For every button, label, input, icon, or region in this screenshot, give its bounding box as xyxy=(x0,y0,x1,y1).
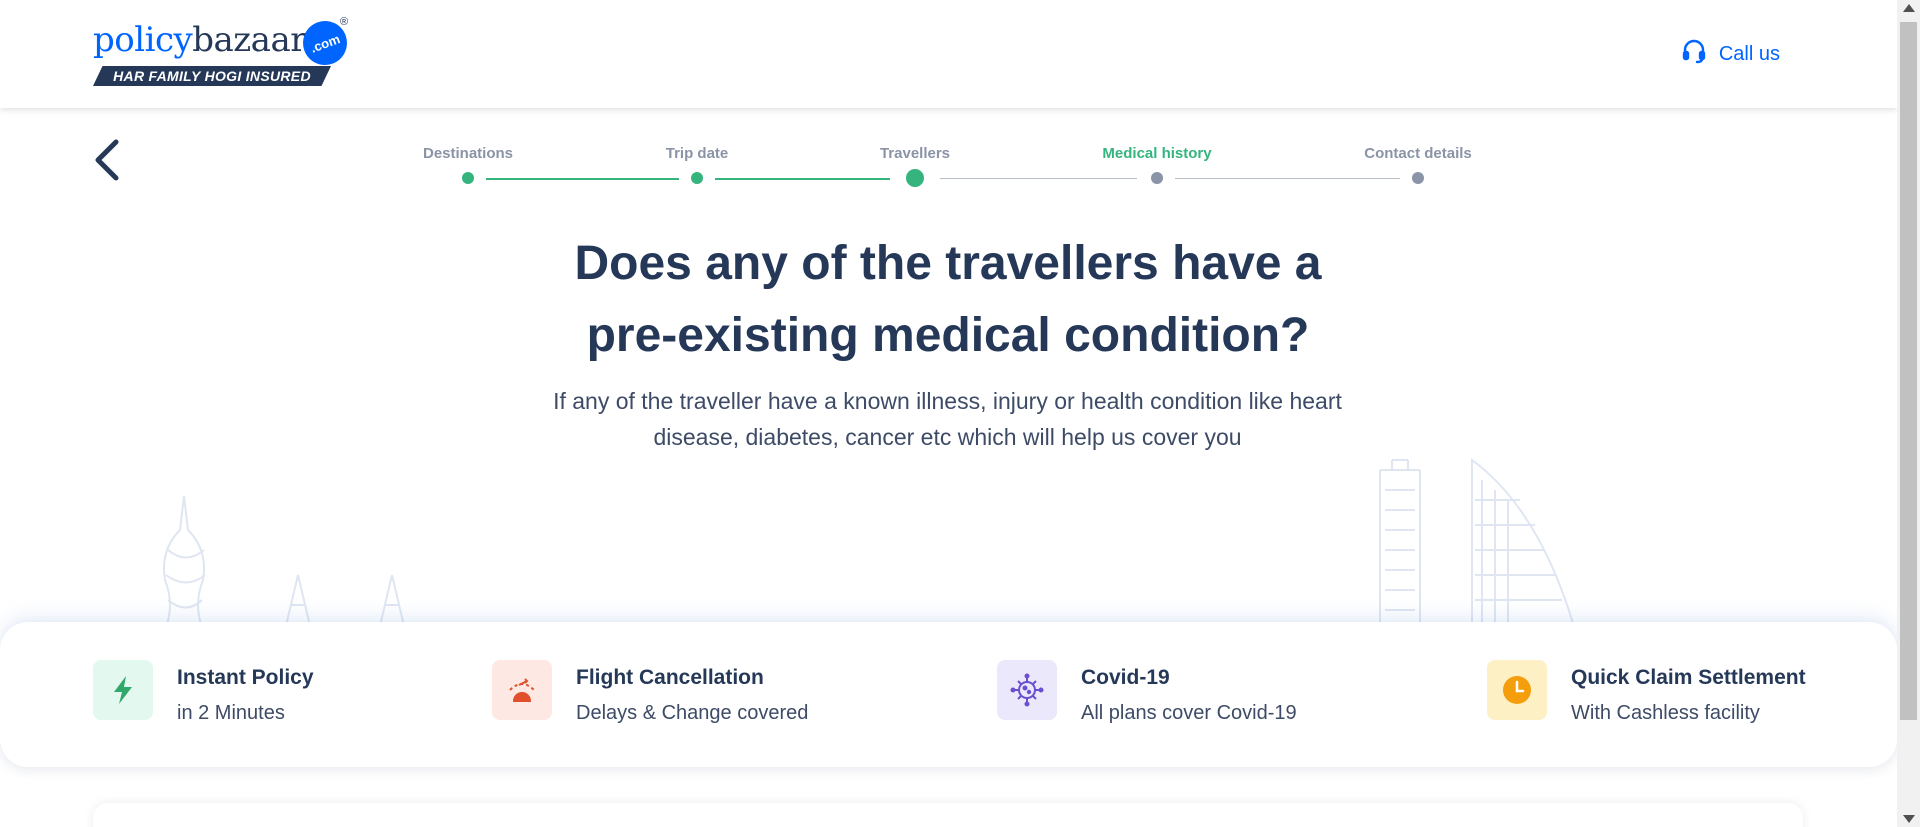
city-skyline-illustration xyxy=(163,458,1576,630)
back-button[interactable] xyxy=(90,138,124,182)
feature-subtitle: Delays & Change covered xyxy=(576,702,809,724)
feature-title: Quick Claim Settlement xyxy=(1571,666,1806,689)
question-line-2: pre-existing medical condition? xyxy=(586,309,1310,362)
step-label-medical-history: Medical history xyxy=(1102,145,1212,162)
step-connector xyxy=(1175,178,1400,179)
feature-title: Instant Policy xyxy=(177,666,314,689)
feature-flight-cancellation: Flight Cancellation Delays & Change cove… xyxy=(492,660,808,725)
subtitle-line-2: disease, diabetes, cancer etc which will… xyxy=(653,424,1242,450)
logo-policy-text: policy xyxy=(93,20,193,60)
virus-icon xyxy=(997,660,1057,720)
feature-subtitle: in 2 Minutes xyxy=(177,702,285,724)
call-us-label: Call us xyxy=(1718,42,1780,65)
logo-bazaar-text: bazaar xyxy=(192,20,306,60)
subtitle-line-1: If any of the traveller have a known ill… xyxy=(553,388,1342,414)
feature-subtitle: All plans cover Covid-19 xyxy=(1081,702,1297,724)
step-label-travellers[interactable]: Travellers xyxy=(880,145,950,162)
scroll-up-arrow-icon[interactable] xyxy=(1903,4,1915,12)
scroll-thumb[interactable] xyxy=(1900,22,1917,720)
step-connector xyxy=(940,178,1137,179)
feature-title: Flight Cancellation xyxy=(576,666,764,689)
step-dot-medical-history xyxy=(1151,172,1163,184)
page-scrollbar[interactable] xyxy=(1897,0,1920,827)
flight-cancel-icon xyxy=(492,660,552,720)
step-dot-contact-details xyxy=(1412,172,1424,184)
header: policybazaar .com ® HAR FAMILY HOGI INSU… xyxy=(0,0,1897,108)
step-connector xyxy=(715,178,890,180)
features-card: Instant Policy in 2 Minutes Flight Cance… xyxy=(0,622,1897,767)
policybazaar-logo[interactable]: policybazaar .com ® HAR FAMILY HOGI INSU… xyxy=(93,14,354,90)
call-us-button[interactable]: Call us xyxy=(1681,38,1780,70)
medical-question-heading: Does any of the travellers have a pre-ex… xyxy=(460,228,1436,372)
medical-question-subtitle: If any of the traveller have a known ill… xyxy=(520,383,1375,455)
question-line-1: Does any of the travellers have a xyxy=(574,237,1322,290)
logo-tagline: HAR FAMILY HOGI INSURED xyxy=(93,66,331,86)
step-label-trip-date[interactable]: Trip date xyxy=(666,145,729,162)
headset-icon xyxy=(1681,38,1707,70)
scroll-down-arrow-icon[interactable] xyxy=(1903,815,1915,823)
logo-registered-mark: ® xyxy=(340,16,349,28)
feature-subtitle: With Cashless facility xyxy=(1571,702,1760,724)
step-label-destinations[interactable]: Destinations xyxy=(423,145,513,162)
feature-title: Covid-19 xyxy=(1081,666,1170,689)
step-dot-destinations[interactable] xyxy=(462,172,474,184)
feature-quick-claim: Quick Claim Settlement With Cashless fac… xyxy=(1487,660,1806,725)
chevron-left-icon xyxy=(95,139,119,181)
progress-stepper: Destinations Trip date Travellers Medica… xyxy=(400,145,1500,195)
logo-wordmark: policybazaar xyxy=(93,18,306,62)
step-dot-travellers[interactable] xyxy=(906,169,924,187)
step-label-contact-details: Contact details xyxy=(1364,145,1472,162)
feature-covid-19: Covid-19 All plans cover Covid-19 xyxy=(997,660,1297,725)
feature-instant-policy: Instant Policy in 2 Minutes xyxy=(93,660,314,725)
step-connector xyxy=(486,178,679,180)
medical-options-card xyxy=(93,803,1803,827)
step-dot-trip-date[interactable] xyxy=(691,172,703,184)
clock-icon xyxy=(1487,660,1547,720)
lightning-icon xyxy=(93,660,153,720)
